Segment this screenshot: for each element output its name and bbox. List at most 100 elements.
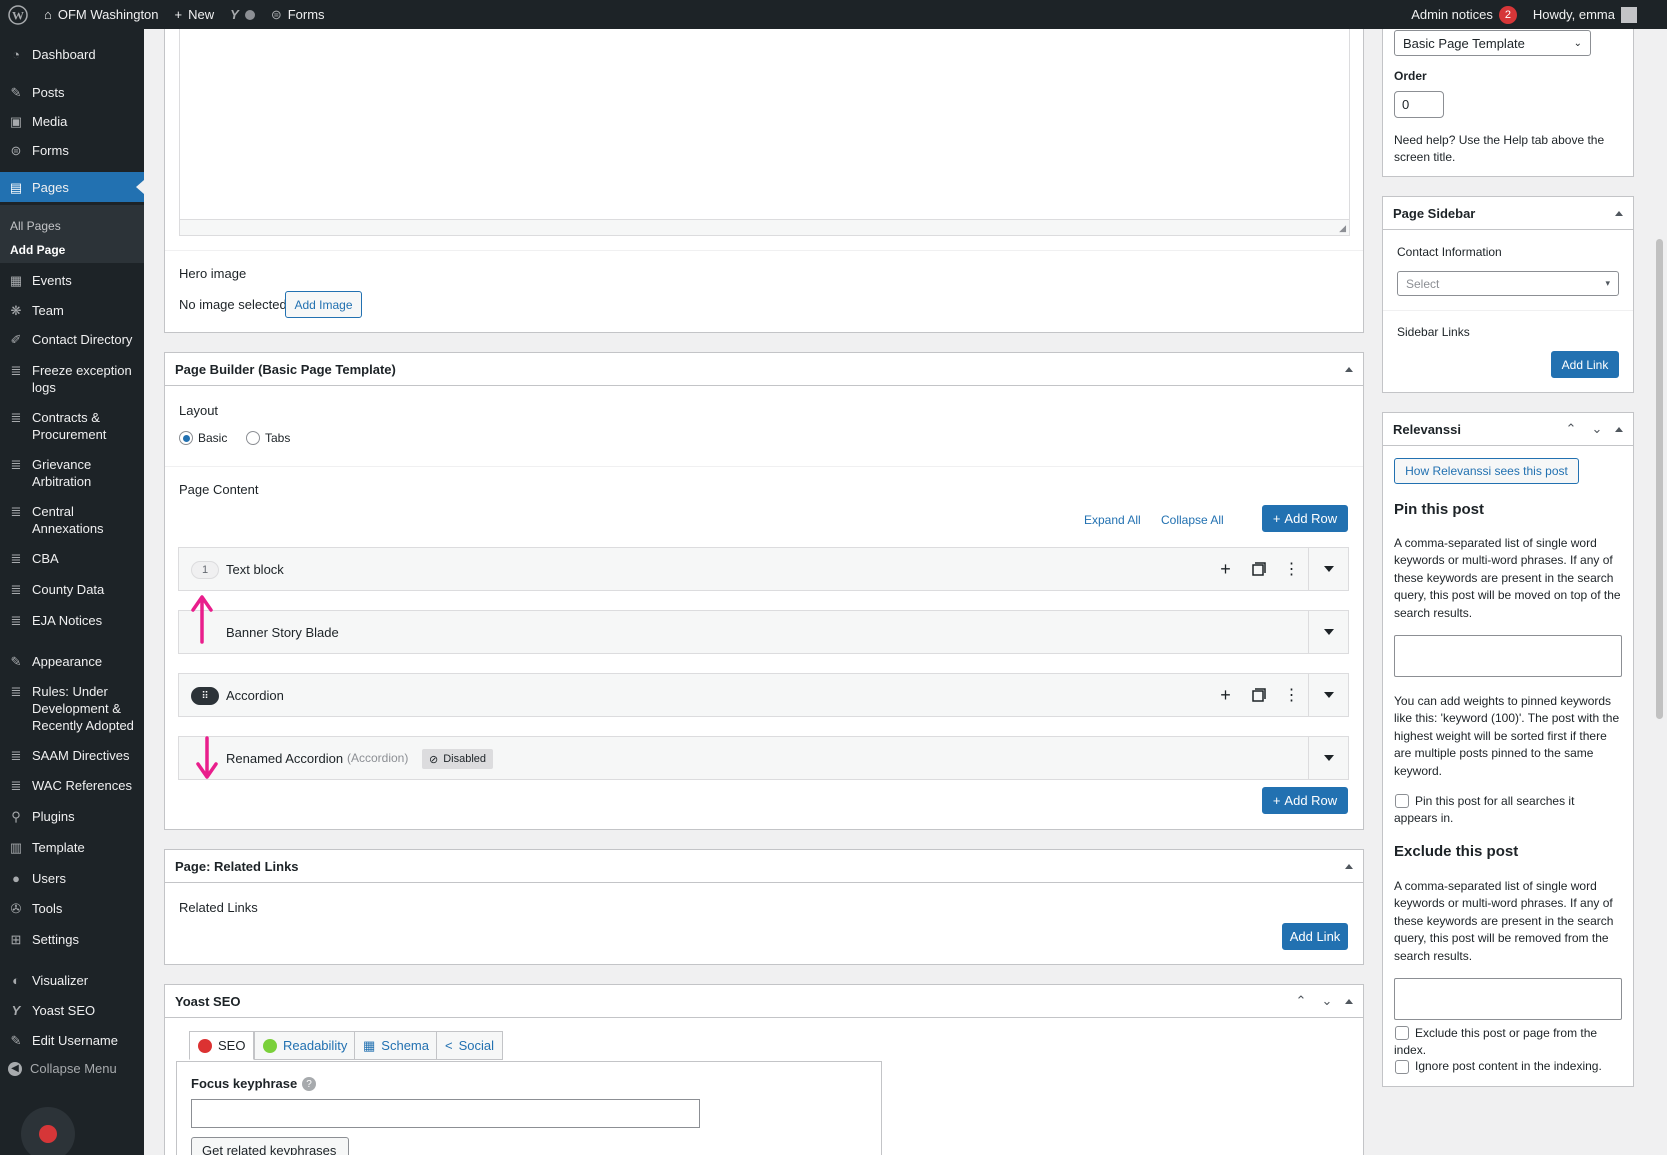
row-toggle[interactable] [1308, 674, 1348, 716]
layout-row-banner-story-blade[interactable]: Banner Story Blade [178, 610, 1349, 654]
move-up-icon[interactable]: ⌃ [1293, 993, 1309, 1009]
sidebar-item-rules[interactable]: ≣ Rules: Under Development & Recently Ado… [0, 683, 144, 734]
collapse-toggle-icon[interactable] [1615, 426, 1623, 432]
add-row-icon[interactable]: + [1209, 548, 1242, 590]
tab-schema[interactable]: ▦ Schema [354, 1031, 438, 1060]
database-icon: ≣ [10, 503, 22, 519]
submenu-add-page[interactable]: Add Page [10, 243, 65, 257]
layout-option-basic[interactable]: Basic [179, 431, 227, 445]
scroll-thumb[interactable] [1656, 239, 1663, 719]
sidebar-item-eja-notices[interactable]: ≣ EJA Notices [0, 612, 144, 629]
sidebar-item-county-data[interactable]: ≣ County Data [0, 581, 144, 598]
site-name-link[interactable]: ⌂ OFM Washington [36, 0, 167, 29]
add-sidebar-link-button[interactable]: Add Link [1551, 351, 1619, 378]
move-up-icon[interactable]: ⌃ [1563, 421, 1579, 437]
record-button[interactable] [21, 1107, 75, 1155]
collapse-toggle-icon[interactable] [1615, 210, 1623, 216]
submenu-all-pages[interactable]: All Pages [10, 219, 61, 233]
exclude-keywords-textarea[interactable] [1394, 978, 1622, 1020]
forms-adminbar-link[interactable]: ⊜ Forms [263, 0, 333, 29]
more-options-icon[interactable]: ⋮ [1275, 674, 1308, 716]
account-menu[interactable]: Howdy, emma [1525, 0, 1667, 29]
row-toggle[interactable] [1308, 611, 1348, 653]
pin-post-description: A comma-separated list of single word ke… [1394, 536, 1621, 620]
collapse-toggle-icon[interactable] [1345, 863, 1353, 869]
page-builder-header[interactable]: Page Builder (Basic Page Template) [165, 353, 1363, 386]
row-toggle[interactable] [1308, 548, 1348, 590]
page-sidebar-header[interactable]: Page Sidebar [1383, 197, 1633, 230]
wordpress-logo-icon[interactable]: W [0, 0, 36, 29]
tab-social[interactable]: < Social [436, 1031, 504, 1060]
yoast-adminbar-link[interactable]: Y [222, 0, 263, 29]
admin-notices-link[interactable]: Admin notices 2 [1403, 0, 1525, 29]
users-icon: ● [12, 870, 20, 886]
how-relevanssi-sees-button[interactable]: How Relevanssi sees this post [1394, 458, 1579, 484]
move-down-icon[interactable]: ⌄ [1319, 993, 1335, 1009]
order-input[interactable]: 0 [1394, 91, 1444, 118]
layout-row-accordion[interactable]: ⠿ Accordion + ⋮ [178, 673, 1349, 717]
resize-handle-icon[interactable]: ◢ [1339, 223, 1346, 234]
relevanssi-header[interactable]: Relevanssi ⌃ ⌄ [1383, 413, 1633, 446]
collapse-menu-button[interactable]: ◀ Collapse Menu [8, 1061, 117, 1076]
drag-handle-icon[interactable]: ⠿ [191, 687, 219, 705]
sidebar-item-central-annexations[interactable]: ≣ Central Annexations [0, 503, 144, 537]
sidebar-item-plugins[interactable]: ⚲ Plugins [0, 808, 144, 825]
add-related-link-button[interactable]: Add Link [1282, 923, 1348, 950]
add-row-button-bottom[interactable]: + Add Row [1262, 787, 1348, 814]
add-row-button-top[interactable]: + Add Row [1262, 505, 1348, 532]
ignore-content-checkbox[interactable] [1395, 1060, 1409, 1074]
focus-keyphrase-input[interactable] [191, 1099, 700, 1128]
help-icon[interactable]: ? [302, 1077, 316, 1091]
more-options-icon[interactable]: ⋮ [1275, 548, 1308, 590]
pin-keywords-textarea[interactable] [1394, 635, 1622, 677]
sidebar-item-users[interactable]: ● Users [0, 870, 144, 887]
sidebar-item-cba[interactable]: ≣ CBA [0, 550, 144, 567]
add-image-button[interactable]: Add Image [285, 291, 362, 318]
collapse-all-link[interactable]: Collapse All [1161, 513, 1224, 527]
sidebar-item-contact-directory[interactable]: ✐ Contact Directory [0, 331, 144, 348]
sidebar-item-dashboard[interactable]: ◔ Dashboard [0, 46, 144, 63]
page-scrollbar[interactable] [1652, 29, 1667, 1155]
contact-select-placeholder: Select [1406, 276, 1440, 291]
sidebar-item-posts[interactable]: ✎ Posts [0, 84, 144, 101]
sidebar-item-settings[interactable]: ⊞ Settings [0, 931, 144, 948]
sidebar-item-tools[interactable]: ✇ Tools [0, 900, 144, 917]
sidebar-item-wac-references[interactable]: ≣ WAC References [0, 777, 144, 794]
layout-row-renamed-accordion[interactable]: Renamed Accordion (Accordion) ⊘ Disabled [178, 736, 1349, 780]
sidebar-item-template[interactable]: ▥ Template [0, 839, 144, 856]
sidebar-item-events[interactable]: ▦ Events [0, 272, 144, 289]
duplicate-icon[interactable] [1242, 548, 1275, 590]
sidebar-item-saam-directives[interactable]: ≣ SAAM Directives [0, 747, 144, 764]
move-down-icon[interactable]: ⌄ [1589, 421, 1605, 437]
sidebar-item-pages[interactable]: ▤ Pages [0, 172, 144, 202]
sidebar-item-edit-username[interactable]: ✎ Edit Username [0, 1032, 144, 1049]
related-links-header[interactable]: Page: Related Links [165, 850, 1363, 883]
tab-readability[interactable]: Readability [254, 1031, 357, 1060]
sidebar-item-media[interactable]: ▣ Media [0, 113, 144, 130]
get-related-keyphrases-button[interactable]: Get related keyphrases [191, 1137, 349, 1155]
sidebar-item-grievance[interactable]: ≣ Grievance Arbitration [0, 456, 144, 490]
sidebar-links-label: Sidebar Links [1397, 325, 1470, 339]
yoast-seo-header[interactable]: Yoast SEO ⌃ ⌄ [165, 985, 1363, 1018]
layout-row-text-block[interactable]: 1 Text block + ⋮ [178, 547, 1349, 591]
template-select[interactable]: Basic Page Template ⌄ [1394, 30, 1591, 56]
add-row-icon[interactable]: + [1209, 674, 1242, 716]
sidebar-item-visualizer[interactable]: ◐ Visualizer [0, 972, 144, 989]
sidebar-item-freeze-exception-logs[interactable]: ≣ Freeze exception logs [0, 362, 144, 396]
sidebar-item-team[interactable]: ❋ Team [0, 302, 144, 319]
contact-information-select[interactable]: Select ▾ [1397, 271, 1619, 296]
sidebar-item-appearance[interactable]: ✎ Appearance [0, 653, 144, 670]
layout-option-tabs[interactable]: Tabs [246, 431, 290, 445]
row-index-badge[interactable]: 1 [191, 561, 219, 579]
row-toggle[interactable] [1308, 737, 1348, 779]
sidebar-item-yoast-seo[interactable]: Y Yoast SEO [0, 1002, 144, 1019]
sidebar-item-contracts[interactable]: ≣ Contracts & Procurement [0, 409, 144, 443]
collapse-toggle-icon[interactable] [1345, 998, 1353, 1004]
expand-all-link[interactable]: Expand All [1084, 513, 1141, 527]
collapse-toggle-icon[interactable] [1345, 366, 1353, 372]
duplicate-icon[interactable] [1242, 674, 1275, 716]
tab-seo[interactable]: SEO [189, 1031, 255, 1060]
content-editor-area[interactable] [179, 29, 1350, 236]
new-content-link[interactable]: + New [167, 0, 223, 29]
sidebar-item-forms[interactable]: ⊜ Forms [0, 142, 144, 159]
